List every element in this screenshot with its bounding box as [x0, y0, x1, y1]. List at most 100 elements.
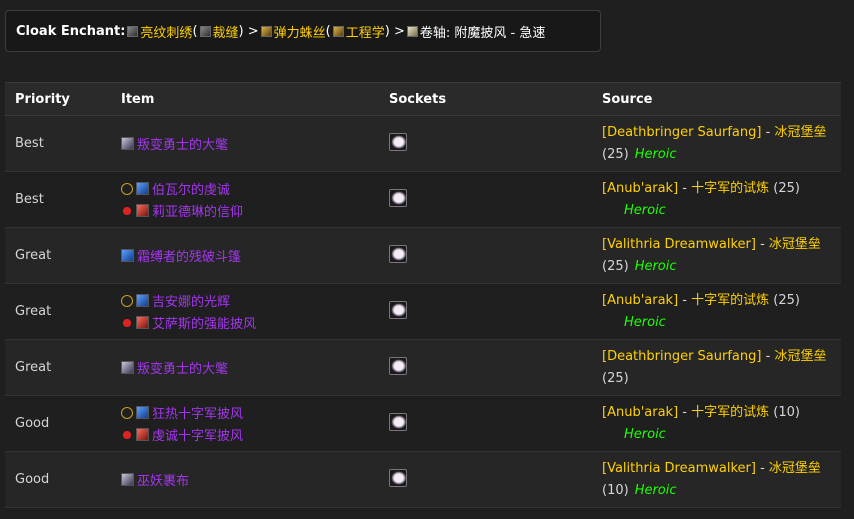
- boss-link[interactable]: [Anub'arak]: [602, 293, 678, 308]
- scroll-name[interactable]: 附魔披风 - 急速: [454, 22, 545, 41]
- header-sockets[interactable]: Sockets: [379, 82, 592, 116]
- priority-cell: Great: [5, 227, 111, 284]
- source-line: [Deathbringer Saurfang] - 冰冠堡垒: [602, 122, 831, 144]
- item-link[interactable]: 叛变勇士的大氅: [137, 134, 228, 153]
- item-link[interactable]: 艾萨斯的强能披风: [152, 313, 256, 332]
- alliance-faction-icon: [121, 406, 133, 419]
- header-source[interactable]: Source: [592, 82, 841, 116]
- source-line: [Valithria Dreamwalker] - 冰冠堡垒: [602, 458, 831, 480]
- source-separator: -: [678, 404, 692, 420]
- item-link[interactable]: 巫妖裹布: [137, 470, 189, 489]
- boss-link[interactable]: [Valithria Dreamwalker]: [602, 237, 756, 252]
- sockets-cell: [379, 283, 592, 340]
- paren-open: (: [192, 23, 198, 39]
- raid-size: (10): [773, 404, 800, 420]
- prismatic-socket-icon[interactable]: [389, 300, 407, 319]
- mat1-link[interactable]: 亮纹刺绣: [140, 22, 192, 41]
- zone-link[interactable]: 冰冠堡垒: [774, 349, 826, 364]
- cloak-icon[interactable]: [136, 428, 149, 441]
- cloak-icon[interactable]: [136, 316, 149, 329]
- item-line: 叛变勇士的大氅: [121, 133, 369, 155]
- item-link[interactable]: 莉亚德琳的信仰: [152, 201, 243, 220]
- boss-link[interactable]: [Anub'arak]: [602, 181, 678, 196]
- source-cell: [Valithria Dreamwalker] - 冰冠堡垒 (10) Heroic: [592, 451, 841, 508]
- cloak-icon[interactable]: [121, 249, 134, 262]
- source-line: (25) Heroic: [602, 144, 831, 166]
- header-item[interactable]: Item: [111, 82, 379, 116]
- item-cell: 叛变勇士的大氅: [111, 339, 379, 396]
- sockets-cell: [379, 395, 592, 452]
- zone-link[interactable]: 冰冠堡垒: [769, 237, 821, 252]
- prismatic-socket-icon[interactable]: [389, 468, 407, 487]
- embroidery-icon: [127, 25, 139, 37]
- cloak-icon[interactable]: [121, 137, 134, 150]
- prismatic-socket-icon[interactable]: [389, 244, 407, 263]
- cloak-icon[interactable]: [136, 406, 149, 419]
- raid-size: (25): [602, 370, 629, 386]
- zone-link[interactable]: 冰冠堡垒: [769, 461, 821, 476]
- boss-link[interactable]: [Valithria Dreamwalker]: [602, 461, 756, 476]
- raid-size: (25): [602, 258, 629, 274]
- mat2-link[interactable]: 弹力蛛丝: [274, 22, 326, 41]
- cloak-icon[interactable]: [121, 361, 134, 374]
- source-cell: [Deathbringer Saurfang] - 冰冠堡垒 (25) Heroic: [592, 115, 841, 172]
- boss-link[interactable]: [Deathbringer Saurfang]: [602, 349, 761, 364]
- difficulty-label: Heroic: [624, 314, 666, 330]
- cloak-icon[interactable]: [136, 204, 149, 217]
- item-line: 伯瓦尔的虔诚: [121, 178, 369, 200]
- source-line: (25): [602, 368, 831, 390]
- sockets-cell: [379, 339, 592, 396]
- item-line: 吉安娜的光辉: [121, 290, 369, 312]
- table-header-row: Priority Item Sockets Source: [5, 82, 841, 116]
- header-priority[interactable]: Priority: [5, 82, 111, 116]
- difficulty-label: Heroic: [624, 426, 666, 442]
- table-row: Great 霜缚者的残破斗篷 [Valithria Dreamwalker] - 冰…: [5, 227, 841, 284]
- source-separator: -: [761, 348, 775, 364]
- prismatic-socket-icon[interactable]: [389, 412, 407, 431]
- difficulty-label: Heroic: [634, 146, 677, 162]
- item-cell: 巫妖裹布: [111, 451, 379, 508]
- mat2-prof-link[interactable]: 工程学: [346, 22, 385, 41]
- prismatic-socket-icon[interactable]: [389, 356, 407, 375]
- item-link[interactable]: 叛变勇士的大氅: [137, 358, 228, 377]
- zone-link[interactable]: 十字军的试炼: [691, 293, 769, 308]
- item-link[interactable]: 吉安娜的光辉: [152, 291, 230, 310]
- cloak-icon[interactable]: [121, 473, 134, 486]
- scroll-icon: [406, 25, 418, 37]
- cloak-icon[interactable]: [136, 294, 149, 307]
- item-link[interactable]: 霜缚者的残破斗篷: [137, 246, 241, 265]
- table-row: Great 叛变勇士的大氅 [Deathbringer Saurfang] - 冰冠…: [5, 339, 841, 396]
- cloak-icon[interactable]: [136, 182, 149, 195]
- paren-close: ): [384, 23, 390, 39]
- enchant-label: Cloak Enchant:: [16, 23, 126, 39]
- boss-link[interactable]: [Anub'arak]: [602, 405, 678, 420]
- sockets-cell: [379, 171, 592, 228]
- item-link[interactable]: 狂热十字军披风: [152, 403, 243, 422]
- raid-size: (25): [773, 292, 800, 308]
- tailoring-icon: [199, 25, 211, 37]
- sockets-cell: [379, 115, 592, 172]
- item-cell: 霜缚者的残破斗篷: [111, 227, 379, 284]
- zone-link[interactable]: 冰冠堡垒: [774, 125, 826, 140]
- mat1-prof-link[interactable]: 裁缝: [213, 22, 239, 41]
- source-cell: [Anub'arak] - 十字军的试炼 (25) Heroic: [592, 283, 841, 340]
- zone-link[interactable]: 十字军的试炼: [691, 405, 769, 420]
- source-separator: -: [678, 292, 692, 308]
- boss-link[interactable]: [Deathbringer Saurfang]: [602, 125, 761, 140]
- item-cell: 伯瓦尔的虔诚 莉亚德琳的信仰: [111, 171, 379, 228]
- source-line: Heroic: [602, 424, 831, 446]
- item-link[interactable]: 伯瓦尔的虔诚: [152, 179, 230, 198]
- zone-link[interactable]: 十字军的试炼: [691, 181, 769, 196]
- item-cell: 吉安娜的光辉艾萨斯的强能披风: [111, 283, 379, 340]
- prismatic-socket-icon[interactable]: [389, 132, 407, 151]
- source-line: [Anub'arak] - 十字军的试炼 (10): [602, 402, 831, 424]
- source-line: Heroic: [602, 200, 831, 222]
- source-cell: [Valithria Dreamwalker] - 冰冠堡垒 (25) Heroic: [592, 227, 841, 284]
- source-line: (25) Heroic: [602, 256, 831, 278]
- source-cell: [Anub'arak] - 十字军的试炼 (25) Heroic: [592, 171, 841, 228]
- prismatic-socket-icon[interactable]: [389, 188, 407, 207]
- source-line: (10) Heroic: [602, 480, 831, 502]
- raid-size: (25): [773, 180, 800, 196]
- source-cell: [Anub'arak] - 十字军的试炼 (10) Heroic: [592, 395, 841, 452]
- item-link[interactable]: 虔诚十字军披风: [152, 425, 243, 444]
